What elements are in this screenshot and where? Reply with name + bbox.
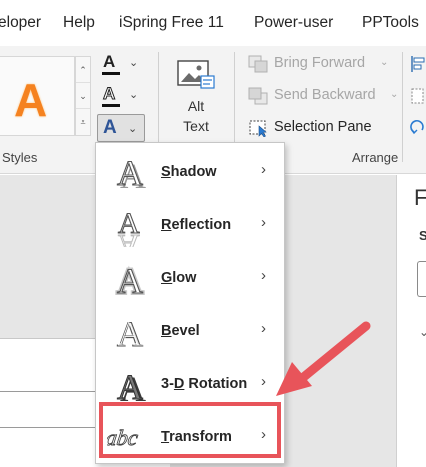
text-fill-color-bar bbox=[102, 72, 120, 75]
chevron-down-icon: ⌄ bbox=[128, 123, 138, 135]
glow-effect-icon: A A bbox=[115, 259, 145, 300]
selection-pane-icon bbox=[249, 120, 267, 137]
chevron-down-icon: ⌄ bbox=[129, 57, 139, 69]
svg-text:A: A bbox=[117, 367, 143, 406]
menu-item-reflection[interactable]: A A Reflection › bbox=[97, 200, 283, 252]
reflection-effect-icon: A A bbox=[117, 206, 140, 247]
text-effects-icon: A bbox=[103, 117, 117, 138]
transform-highlight-box bbox=[99, 402, 281, 458]
wordart-styles-gallery[interactable]: A bbox=[0, 56, 75, 136]
menu-item-label: Shadow bbox=[161, 164, 217, 180]
chevron-right-icon: › bbox=[261, 161, 266, 178]
arrange-group-label: Arrange bbox=[352, 150, 399, 165]
align-icon[interactable] bbox=[408, 54, 426, 74]
send-backward-icon bbox=[248, 87, 268, 105]
gallery-more-icon[interactable]: ⩡ bbox=[76, 109, 90, 135]
svg-text:A: A bbox=[117, 261, 143, 300]
gallery-scroll: ⌃ ⌄ ⩡ bbox=[75, 56, 91, 136]
bring-forward-label: Bring Forward bbox=[274, 55, 366, 71]
menu-item-label: Reflection bbox=[161, 217, 232, 233]
shadow-effect-icon: A A bbox=[116, 152, 146, 194]
send-backward-button[interactable]: Send Backward ⌄ bbox=[246, 84, 399, 108]
ribbon-tab-bar: eloper Help iSpring Free 11 Power-user P… bbox=[0, 0, 426, 46]
text-outline-icon: A bbox=[102, 84, 116, 104]
menu-item-glow[interactable]: A A Glow › bbox=[97, 253, 283, 305]
selection-pane-button[interactable]: Selection Pane bbox=[246, 116, 386, 140]
alt-text-button[interactable]: Alt Text bbox=[168, 56, 224, 148]
chevron-right-icon: › bbox=[261, 214, 266, 231]
chevron-down-icon[interactable]: ⌄ bbox=[419, 325, 426, 339]
selection-pane-label: Selection Pane bbox=[274, 119, 372, 135]
format-pane: F S ⌄ bbox=[396, 175, 426, 467]
tab-developer[interactable]: eloper bbox=[0, 14, 41, 32]
chevron-down-icon: ⌄ bbox=[380, 57, 389, 68]
menu-item-label: Glow bbox=[161, 270, 197, 286]
group-divider bbox=[402, 52, 403, 162]
text-fill-button[interactable]: A ⌄ bbox=[99, 52, 143, 76]
3d-rotation-effect-icon: A A bbox=[117, 367, 147, 407]
chevron-right-icon: › bbox=[261, 267, 266, 284]
svg-text:A: A bbox=[118, 228, 140, 247]
chevron-down-icon: ⌄ bbox=[390, 89, 399, 100]
menu-item-label: Bevel bbox=[161, 323, 200, 339]
tab-help[interactable]: Help bbox=[63, 14, 95, 32]
rotate-icon[interactable] bbox=[408, 118, 426, 138]
text-effects-button[interactable]: A ⌄ bbox=[97, 114, 145, 142]
chevron-right-icon: › bbox=[261, 373, 266, 390]
bring-forward-icon bbox=[248, 55, 268, 73]
text-fill-icon: A bbox=[103, 52, 116, 71]
alt-text-label-line1: Alt bbox=[187, 98, 205, 114]
send-backward-label: Send Backward bbox=[274, 87, 376, 103]
bring-forward-button[interactable]: Bring Forward ⌄ bbox=[246, 52, 396, 76]
chevron-right-icon: › bbox=[261, 320, 266, 337]
menu-item-label: 3-D Rotation bbox=[161, 376, 248, 392]
group-objects-icon[interactable] bbox=[408, 86, 426, 106]
gallery-down-icon[interactable]: ⌄ bbox=[76, 83, 90, 109]
gallery-up-icon[interactable]: ⌃ bbox=[76, 57, 90, 83]
format-pane-title: F bbox=[414, 185, 426, 210]
tab-ispring[interactable]: iSpring Free 11 bbox=[119, 14, 224, 32]
text-outline-button[interactable]: A ⌄ bbox=[99, 84, 143, 108]
text-outline-color-bar bbox=[102, 104, 120, 107]
tab-pptools[interactable]: PPTools bbox=[362, 14, 419, 32]
svg-text:A: A bbox=[117, 153, 143, 193]
alt-text-icon bbox=[177, 60, 215, 89]
alt-text-label-line2: Text bbox=[183, 118, 209, 134]
menu-item-shadow[interactable]: A A Shadow › bbox=[97, 147, 283, 199]
chevron-down-icon: ⌄ bbox=[129, 89, 139, 101]
menu-item-bevel[interactable]: A A Bevel › bbox=[97, 306, 283, 358]
format-pane-section: S bbox=[419, 228, 426, 243]
tab-power-user[interactable]: Power-user bbox=[254, 14, 333, 32]
bevel-effect-icon: A A bbox=[116, 313, 144, 353]
styles-group-label: Styles bbox=[2, 150, 38, 165]
text-effects-menu: A A Shadow › A A Reflection › A A Glow ›… bbox=[95, 142, 285, 464]
wordart-style-sample[interactable]: A bbox=[14, 73, 47, 127]
svg-text:A: A bbox=[118, 313, 144, 353]
format-pane-control[interactable] bbox=[417, 261, 426, 297]
